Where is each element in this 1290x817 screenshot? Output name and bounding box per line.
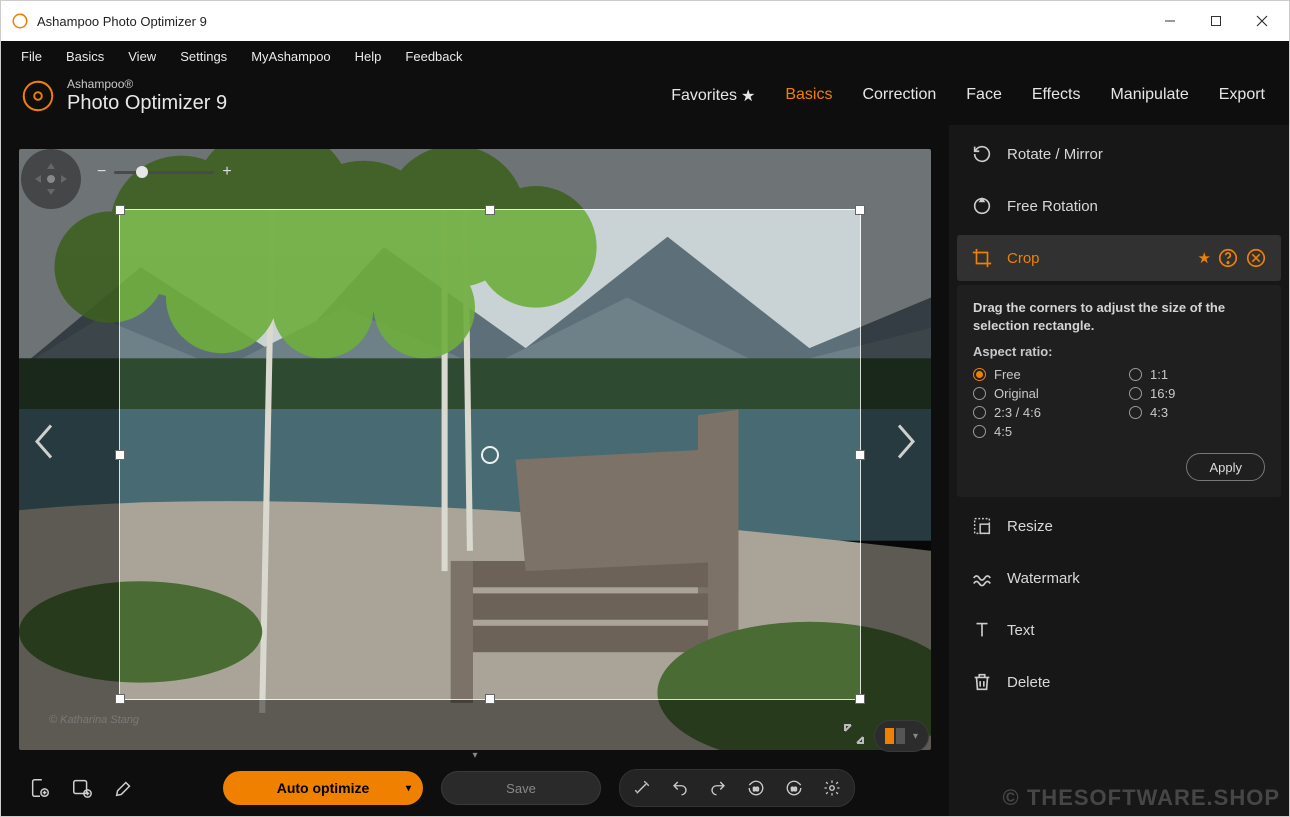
save-button[interactable]: Save: [441, 771, 601, 805]
menu-basics[interactable]: Basics: [56, 45, 114, 68]
bottom-bar: ▾ Auto optimize▾ Save 90: [9, 760, 941, 816]
window-titlebar: Ashampoo Photo Optimizer 9: [1, 1, 1289, 41]
brand-block: Ashampoo® Photo Optimizer 9: [19, 77, 227, 115]
watermark-icon: [971, 567, 993, 589]
menu-myashampoo[interactable]: MyAshampoo: [241, 45, 340, 68]
ratio-4-3[interactable]: 4:3: [1129, 405, 1265, 420]
zoom-track[interactable]: [114, 171, 214, 174]
tab-effects[interactable]: Effects: [1032, 86, 1081, 106]
prev-image-button[interactable]: [23, 411, 65, 478]
compare-icon: [885, 728, 905, 744]
side-watermark[interactable]: Watermark: [957, 555, 1281, 601]
crop-icon: [971, 247, 993, 269]
app-icon: [11, 12, 29, 30]
menubar: File Basics View Settings MyAshampoo Hel…: [1, 41, 1289, 71]
tab-favorites[interactable]: Favorites★: [671, 86, 755, 106]
menu-feedback[interactable]: Feedback: [395, 45, 472, 68]
crop-handle-e[interactable]: [855, 450, 865, 460]
window-close-button[interactable]: [1239, 5, 1285, 37]
crop-handle-se[interactable]: [855, 694, 865, 704]
window-title: Ashampoo Photo Optimizer 9: [37, 14, 207, 29]
aspect-ratio-label: Aspect ratio:: [973, 344, 1265, 359]
redo-icon[interactable]: [702, 772, 734, 804]
favorite-star-icon[interactable]: ★: [1198, 249, 1211, 267]
tab-face[interactable]: Face: [966, 86, 1002, 106]
crop-options-panel: Drag the corners to adjust the size of t…: [957, 285, 1281, 497]
expand-filmstrip-icon[interactable]: ▾: [472, 750, 477, 761]
close-icon[interactable]: [1245, 247, 1267, 269]
brand-line2: Photo Optimizer 9: [67, 92, 227, 114]
star-icon: ★: [741, 86, 755, 106]
crop-handle-nw[interactable]: [115, 205, 125, 215]
menu-help[interactable]: Help: [345, 45, 392, 68]
side-free-rotation[interactable]: Free Rotation: [957, 183, 1281, 229]
zoom-thumb[interactable]: [136, 166, 148, 178]
tab-export[interactable]: Export: [1219, 86, 1265, 106]
auto-optimize-button[interactable]: Auto optimize▾: [223, 771, 423, 805]
help-icon[interactable]: [1217, 247, 1239, 269]
magic-wand-icon[interactable]: [626, 772, 658, 804]
tab-basics[interactable]: Basics: [785, 86, 832, 106]
next-image-button[interactable]: [885, 411, 927, 478]
crop-handle-sw[interactable]: [115, 694, 125, 704]
add-image-icon[interactable]: [25, 773, 55, 803]
fit-to-screen-icon[interactable]: [842, 722, 866, 751]
ratio-4-5[interactable]: 4:5: [973, 424, 1109, 439]
brush-icon[interactable]: [109, 773, 139, 803]
crop-handle-ne[interactable]: [855, 205, 865, 215]
zoom-in-icon[interactable]: +: [222, 163, 231, 181]
tab-manipulate[interactable]: Manipulate: [1110, 86, 1188, 106]
window-maximize-button[interactable]: [1193, 5, 1239, 37]
rotate-ccw-icon[interactable]: 90: [740, 772, 772, 804]
pan-joystick[interactable]: [21, 149, 81, 209]
canvas[interactable]: © Katharina Stang: [9, 129, 941, 760]
undo-icon[interactable]: [664, 772, 696, 804]
zoom-out-icon[interactable]: −: [97, 163, 106, 181]
resize-icon: [971, 515, 993, 537]
compare-view-toggle[interactable]: ▾: [874, 720, 929, 752]
brand-line1: Ashampoo®: [67, 78, 227, 91]
ratio-original[interactable]: Original: [973, 386, 1109, 401]
side-rotate-mirror[interactable]: Rotate / Mirror: [957, 131, 1281, 177]
side-text[interactable]: Text: [957, 607, 1281, 653]
crop-handle-s[interactable]: [485, 694, 495, 704]
side-resize[interactable]: Resize: [957, 503, 1281, 549]
svg-text:90: 90: [791, 787, 797, 793]
free-rotation-icon: [971, 195, 993, 217]
zoom-slider[interactable]: − +: [97, 163, 232, 181]
crop-dim-bottom: [19, 700, 931, 750]
ratio-1-1[interactable]: 1:1: [1129, 367, 1265, 382]
window-minimize-button[interactable]: [1147, 5, 1193, 37]
crop-description: Drag the corners to adjust the size of t…: [973, 299, 1265, 334]
chevron-down-icon: ▾: [406, 783, 411, 794]
menu-settings[interactable]: Settings: [170, 45, 237, 68]
text-icon: [971, 619, 993, 641]
ratio-16-9[interactable]: 16:9: [1129, 386, 1265, 401]
rotate-mirror-icon: [971, 143, 993, 165]
add-folder-icon[interactable]: [67, 773, 97, 803]
trash-icon: [971, 671, 993, 693]
menu-view[interactable]: View: [118, 45, 166, 68]
tab-correction[interactable]: Correction: [862, 86, 936, 106]
brand-logo-icon: [19, 77, 57, 115]
side-panel: Rotate / Mirror Free Rotation Crop ★: [949, 125, 1289, 816]
ratio-free[interactable]: Free: [973, 367, 1109, 382]
rotate-cw-icon[interactable]: 90: [778, 772, 810, 804]
side-crop[interactable]: Crop ★: [957, 235, 1281, 281]
crop-handle-n[interactable]: [485, 205, 495, 215]
menu-file[interactable]: File: [11, 45, 52, 68]
side-delete[interactable]: Delete: [957, 659, 1281, 705]
apply-button[interactable]: Apply: [1186, 453, 1265, 481]
crop-rectangle[interactable]: [119, 209, 861, 700]
ratio-2-3[interactable]: 2:3 / 4:6: [973, 405, 1109, 420]
chevron-down-icon: ▾: [913, 731, 918, 742]
crop-center-icon[interactable]: [481, 446, 499, 464]
gear-icon[interactable]: [816, 772, 848, 804]
svg-text:90: 90: [753, 787, 759, 793]
crop-handle-w[interactable]: [115, 450, 125, 460]
